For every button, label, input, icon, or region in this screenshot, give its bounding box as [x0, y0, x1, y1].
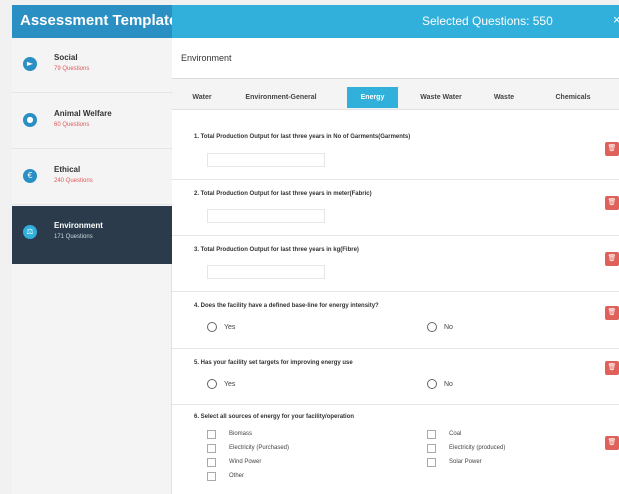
user-icon: ● [23, 113, 37, 127]
tab-water[interactable]: Water [182, 87, 222, 108]
tab-environment-general[interactable]: Environment-General [234, 87, 328, 108]
question-text: 6. Select all sources of energy for your… [194, 414, 355, 420]
delete-question-button[interactable]: 🗑 [605, 361, 619, 375]
sidebar-item-label: Ethical [54, 165, 81, 174]
sidebar-item-count: 60 Questions [54, 122, 90, 128]
radio-no[interactable] [427, 322, 437, 332]
selected-questions-count: Selected Questions: 550 [422, 14, 553, 28]
category-sidebar: ► Social 79 Questions ● Animal Welfare 6… [12, 38, 172, 494]
question-item: 4. Does the facility have a defined base… [172, 293, 619, 349]
checkbox-label: Solar Power [449, 459, 482, 465]
assessment-modal: Assessment Template Selected Questions: … [12, 5, 619, 494]
question-text: 1. Total Production Output for last thre… [194, 134, 411, 140]
question-item: 5. Has your facility set targets for imp… [172, 350, 619, 405]
checkbox-coal[interactable] [427, 430, 436, 439]
radio-label: No [444, 381, 453, 388]
section-title: Environment [181, 53, 232, 63]
question-item: 1. Total Production Output for last thre… [172, 124, 619, 180]
section-header: Environment [172, 38, 619, 79]
scale-icon: ⚖ [23, 225, 37, 239]
question-text: 4. Does the facility have a defined base… [194, 303, 379, 309]
checkbox-wind-power[interactable] [207, 458, 216, 467]
checkbox-biomass[interactable] [207, 430, 216, 439]
sidebar-item-count: 240 Questions [54, 178, 93, 184]
modal-header: Assessment Template Selected Questions: … [12, 5, 619, 38]
delete-question-button[interactable]: 🗑 [605, 252, 619, 266]
sidebar-item-count: 171 Questions [54, 234, 93, 240]
checkbox-other[interactable] [207, 472, 216, 481]
delete-question-button[interactable]: 🗑 [605, 196, 619, 210]
tab-waste[interactable]: Waste [484, 87, 524, 108]
radio-label: Yes [224, 324, 236, 331]
tab-energy[interactable]: Energy [347, 87, 398, 108]
trash-icon: 🗑 [607, 145, 617, 152]
radio-label: No [444, 324, 453, 331]
delete-question-button[interactable]: 🗑 [605, 436, 619, 450]
sidebar-item-count: 79 Questions [54, 66, 90, 72]
checkbox-electricity-produced[interactable] [427, 444, 436, 453]
checkbox-label: Biomass [229, 431, 253, 437]
tab-chemicals[interactable]: Chemicals [544, 87, 602, 108]
answer-input[interactable] [207, 209, 325, 223]
tab-waste-water[interactable]: Waste Water [412, 87, 470, 108]
sidebar-item-environment[interactable]: ⚖ Environment 171 Questions [12, 206, 172, 264]
checkbox-label: Coal [449, 431, 462, 437]
radio-label: Yes [224, 381, 236, 388]
trash-icon: 🗑 [607, 255, 617, 262]
question-text: 3. Total Production Output for last thre… [194, 247, 359, 253]
checkbox-label: Electricity (produced) [449, 445, 506, 451]
sidebar-item-animal-welfare[interactable]: ● Animal Welfare 60 Questions [12, 94, 172, 149]
checkbox-label: Electricity (Purchased) [229, 445, 290, 451]
answer-input[interactable] [207, 153, 325, 167]
question-item: 3. Total Production Output for last thre… [172, 237, 619, 292]
trash-icon: 🗑 [607, 364, 617, 371]
trash-icon: 🗑 [607, 309, 617, 316]
delete-question-button[interactable]: 🗑 [605, 306, 619, 320]
sidebar-item-social[interactable]: ► Social 79 Questions [12, 38, 172, 93]
arrow-right-icon: ► [23, 57, 37, 71]
delete-question-button[interactable]: 🗑 [605, 142, 619, 156]
close-icon[interactable]: × [613, 12, 619, 27]
question-text: 5. Has your facility set targets for imp… [194, 360, 353, 366]
answer-input[interactable] [207, 265, 325, 279]
checkbox-label: Wind Power [229, 459, 262, 465]
sidebar-item-label: Social [54, 53, 78, 62]
euro-icon: € [23, 169, 37, 183]
checkbox-solar-power[interactable] [427, 458, 436, 467]
question-text: 2. Total Production Output for last thre… [194, 191, 372, 197]
category-tabs: Water Environment-General Energy Waste W… [172, 79, 619, 110]
checkbox-electricity-purchased[interactable] [207, 444, 216, 453]
sidebar-item-label: Animal Welfare [54, 109, 112, 118]
question-item: 2. Total Production Output for last thre… [172, 181, 619, 236]
modal-title: Assessment Template [20, 12, 178, 29]
question-item: 6. Select all sources of energy for your… [172, 406, 619, 494]
sidebar-item-label: Environment [54, 221, 103, 230]
sidebar-item-ethical[interactable]: € Ethical 240 Questions [12, 150, 172, 205]
radio-yes[interactable] [207, 379, 217, 389]
trash-icon: 🗑 [607, 439, 617, 446]
radio-yes[interactable] [207, 322, 217, 332]
trash-icon: 🗑 [607, 199, 617, 206]
checkbox-label: Other [229, 473, 245, 479]
radio-no[interactable] [427, 379, 437, 389]
questions-panel: Environment Water Environment-General En… [172, 38, 619, 494]
